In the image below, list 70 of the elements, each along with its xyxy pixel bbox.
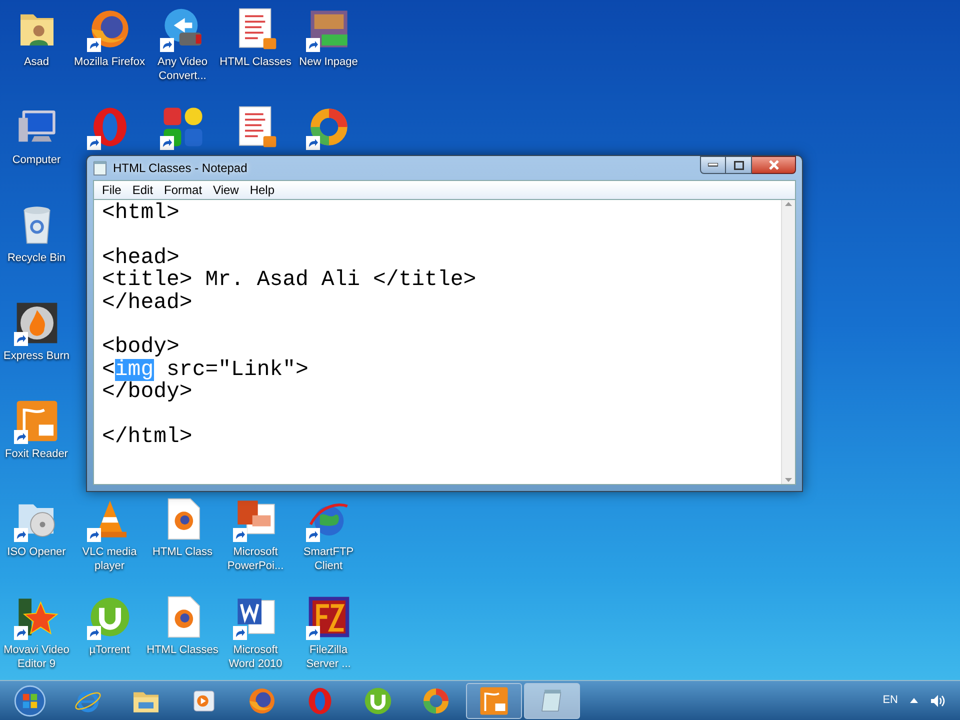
shortcut-arrow-icon: [14, 332, 28, 346]
shortcut-arrow-icon: [14, 528, 28, 542]
shortcut-arrow-icon: [306, 38, 320, 52]
code-line: </body>: [102, 381, 192, 404]
code-line: </html>: [102, 426, 192, 448]
shortcut-arrow-icon: [14, 430, 28, 444]
shortcut-arrow-icon: [14, 626, 28, 640]
menu-item[interactable]: Edit: [128, 181, 158, 199]
flame-icon: [14, 301, 58, 345]
notepad-icon: [93, 160, 107, 176]
desktop-icon-label[interactable]: New Inpage: [299, 55, 358, 69]
minimize-button[interactable]: [700, 156, 726, 174]
desktop-icon-label[interactable]: ISO Opener: [7, 545, 66, 559]
ring-icon: [421, 686, 451, 716]
show-hidden-icons-icon[interactable]: [910, 698, 918, 703]
volume-icon[interactable]: [930, 694, 946, 708]
desktop-icon-label[interactable]: HTML Class: [152, 545, 213, 559]
desktop-icon-label[interactable]: Microsoft PowerPoi...: [219, 545, 292, 573]
selected-text: img: [114, 358, 154, 382]
language-indicator[interactable]: EN: [882, 692, 898, 709]
shortcut-arrow-icon: [160, 38, 174, 52]
code-line: </head>: [102, 292, 192, 314]
pdf-reader-icon: [479, 686, 509, 716]
u-letter-circle-icon: [363, 686, 393, 716]
taskbar-button[interactable]: [466, 682, 522, 718]
desktop-icon-label[interactable]: Any Video Convert...: [146, 55, 219, 83]
menu-item[interactable]: File: [98, 181, 126, 199]
shortcut-arrow-icon: [306, 626, 320, 640]
desktop-icon-label[interactable]: Mozilla Firefox: [74, 55, 145, 69]
scroll-down-icon: [785, 478, 792, 482]
code-line: <: [102, 358, 115, 382]
vertical-scrollbar[interactable]: [781, 200, 795, 484]
ftp-server-icon: [306, 595, 350, 639]
close-icon: [768, 160, 778, 170]
menu-item[interactable]: View: [209, 181, 243, 199]
maximize-icon: [734, 160, 744, 170]
pdf-reader-icon: [14, 399, 58, 443]
desktop-icon-label[interactable]: Recycle Bin: [7, 251, 66, 265]
window-title: HTML Classes - Notepad: [113, 160, 248, 177]
desktop-icon-label[interactable]: Computer: [12, 153, 61, 167]
code-line: <title> Mr. Asad Ali </title>: [102, 269, 476, 292]
shortcut-arrow-icon: [232, 528, 246, 542]
desktop-icon-label[interactable]: Foxit Reader: [5, 447, 68, 461]
menu-item[interactable]: Format: [160, 181, 206, 199]
desktop-icon-label[interactable]: HTML Classes: [220, 55, 292, 69]
code-line: <head>: [102, 246, 180, 270]
shortcut-arrow-icon: [86, 626, 100, 640]
desktop-icon-label[interactable]: Asad: [24, 55, 50, 69]
code-line: src="Link">: [166, 358, 308, 382]
shortcut-arrow-icon: [306, 528, 320, 542]
maximize-button[interactable]: [726, 156, 752, 174]
desktop-icon-label[interactable]: SmartFTP Client: [292, 545, 365, 573]
desktop-icon-label[interactable]: Express Burn: [3, 349, 70, 363]
desktop-shortcut[interactable]: [306, 594, 352, 640]
shortcut-arrow-icon: [306, 136, 320, 150]
shortcut-arrow-icon: [86, 38, 100, 52]
code-line: <body>: [102, 336, 180, 359]
minimize-icon: [708, 163, 718, 167]
menu-item[interactable]: Help: [246, 181, 279, 199]
browser-globe-icon: [247, 686, 277, 716]
desktop-icon-label[interactable]: VLC media player: [73, 545, 146, 573]
desktop-shortcut[interactable]: [14, 300, 60, 346]
shortcut-arrow-icon: [232, 626, 246, 640]
shortcut-arrow-icon: [86, 528, 100, 542]
scroll-up-icon: [785, 202, 792, 206]
shortcut-arrow-icon: [160, 136, 174, 150]
shortcut-arrow-icon: [86, 136, 100, 150]
close-button[interactable]: [752, 156, 796, 174]
code-line: <html>: [102, 202, 180, 224]
start-orb-icon: [13, 684, 47, 718]
